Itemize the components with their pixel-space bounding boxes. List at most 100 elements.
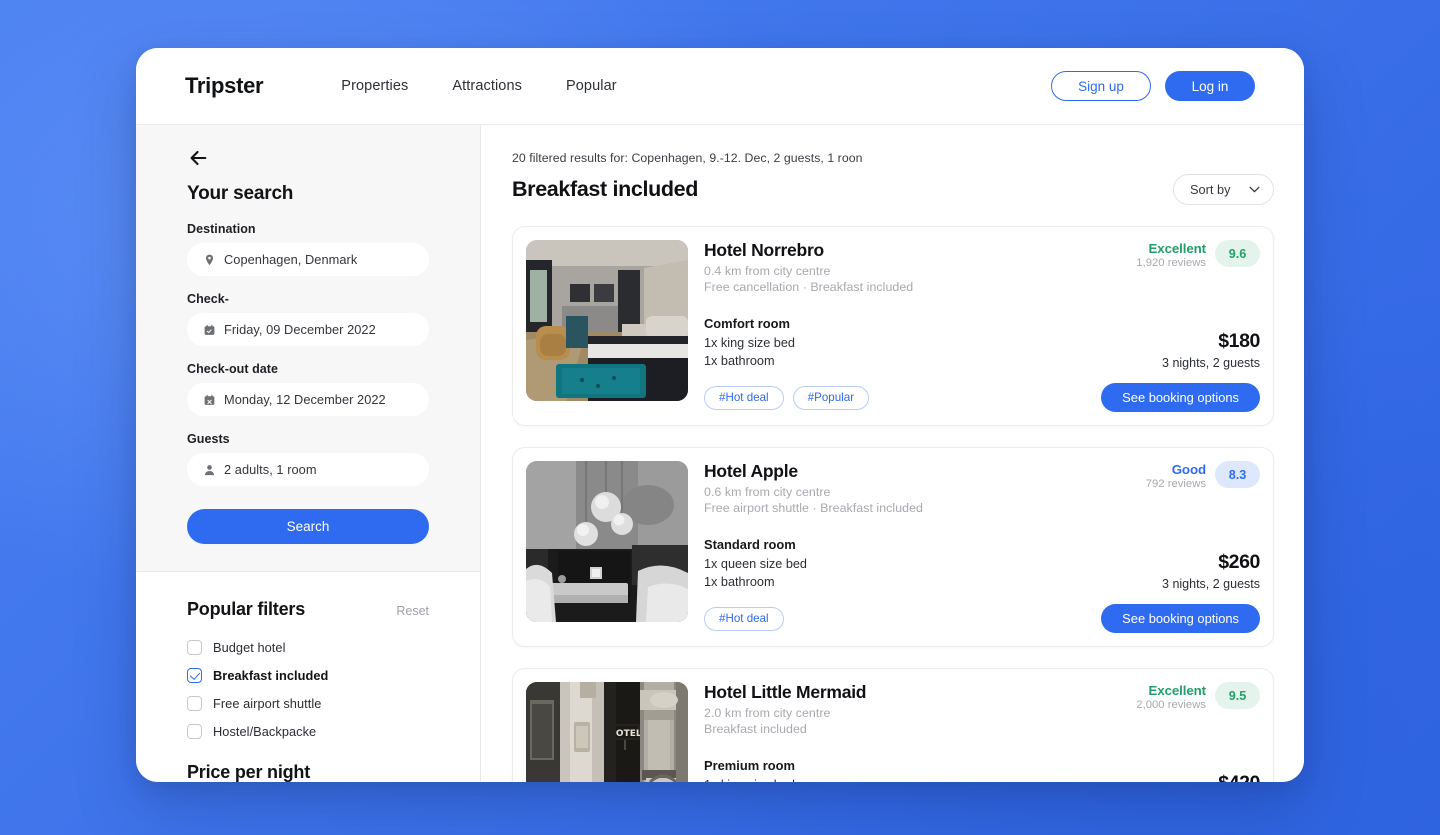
rating-text: Good 792 reviews [1146,461,1206,490]
hotel-rating: Excellent 2,000 reviews 9.5 [1136,682,1260,711]
hotel-thumbnail[interactable] [526,461,688,623]
destination-field[interactable]: Copenhagen, Denmark [187,243,429,276]
rating-text: Excellent 2,000 reviews [1136,682,1206,711]
checkin-label: Check- [187,292,229,306]
hotel-card-body: Hotel Apple 0.6 km from city centre Free… [704,461,1260,634]
room-type: Premium room [704,758,795,774]
rating-text: Excellent 1,920 reviews [1136,240,1206,269]
room-info: Standard room 1x queen size bed 1x bathr… [704,537,807,591]
results-summary: 20 filtered results for: Copenhagen, 9.-… [512,151,863,165]
hotel-distance: 0.6 km from city centre [704,485,831,500]
filter-breakfast-included[interactable]: Breakfast included [187,661,429,689]
hotel-price: $180 [1218,330,1260,353]
hotel-card-top: Hotel Norrebro 0.4 km from city centre F… [704,240,1260,294]
room-bathroom: 1x bathroom [704,354,775,369]
hotel-distance: 2.0 km from city centre [704,706,831,721]
room-bed: 1x king size bed [704,776,795,782]
hotel-identity: Hotel Norrebro 0.4 km from city centre F… [704,240,913,294]
hotel-card-list: Hotel Norrebro 0.4 km from city centre F… [512,226,1274,782]
checkbox-icon[interactable] [187,639,202,655]
see-booking-options-button[interactable]: See booking options [1101,604,1260,634]
hotel-tags: #Hot deal [704,606,784,631]
price-block: $260 3 nights, 2 guests [1162,551,1260,591]
filter-label: Free airport shuttle [213,695,322,711]
hotel-card[interactable]: HOTEL Hotel Little Mermaid 2.0 km from c… [512,668,1274,782]
checkbox-icon[interactable] [187,723,202,739]
guests-value: 2 adults, 1 room [224,462,317,477]
hotel-identity: Hotel Apple 0.6 km from city centre Free… [704,461,923,515]
brand-logo[interactable]: Tripster [185,73,264,99]
room-bed: 1x king size bed [704,336,795,350]
search-button[interactable]: Search [187,509,429,544]
rating-score-badge: 9.5 [1215,682,1260,710]
filters-title: Popular filters [187,599,306,619]
hotel-card-mid: Comfort room 1x king size bed 1x bathroo… [704,316,1260,370]
hotel-card-body: Hotel Little Mermaid 2.0 km from city ce… [704,682,1260,782]
page-title: Breakfast included [512,177,699,201]
nav-actions: Sign up Log in [1051,71,1255,101]
filters-header: Popular filters Reset [187,599,429,620]
hotel-thumbnail[interactable]: HOTEL [526,682,688,782]
hotel-rating: Excellent 1,920 reviews 9.6 [1136,240,1260,269]
guests-field[interactable]: 2 adults, 1 room [187,453,429,486]
see-booking-options-button[interactable]: See booking options [1101,383,1260,413]
checkin-date-field[interactable]: Friday, 09 December 2022 [187,313,429,346]
sort-by-dropdown[interactable]: Sort by [1173,174,1274,205]
hotel-card[interactable]: Hotel Norrebro 0.4 km from city centre F… [512,226,1274,427]
hotel-name: Hotel Norrebro [704,240,824,260]
nav-item-popular[interactable]: Popular [566,78,617,94]
hotel-tags: #Hot deal #Popular [704,385,870,410]
room-info: Premium room 1x king size bed 1x bathroo… [704,758,795,782]
hotel-card-bottom: #Hot deal #Popular See booking options [704,383,1260,413]
hotel-identity: Hotel Little Mermaid 2.0 km from city ce… [704,682,867,736]
search-panel: Your search Destination Copenhagen, Denm… [136,125,480,572]
price-per-night-title: Price per night [187,762,311,782]
log-in-button[interactable]: Log in [1165,71,1255,101]
hotel-card-bottom: #Hot deal See booking options [704,604,1260,634]
hotel-card[interactable]: Hotel Apple 0.6 km from city centre Free… [512,447,1274,648]
app-window: Tripster Properties Attractions Popular … [136,48,1304,782]
hotel-card-mid: Premium room 1x king size bed 1x bathroo… [704,758,1260,782]
filter-hostel-backpacker[interactable]: Hostel/Backpacke [187,717,429,745]
results-header: Breakfast included Sort by [512,174,1274,205]
room-bathroom: 1x bathroom [704,575,775,590]
nav-item-properties[interactable]: Properties [341,78,408,94]
hotel-card-top: Hotel Little Mermaid 2.0 km from city ce… [704,682,1260,736]
filter-label: Hostel/Backpacke [213,723,317,739]
hotel-room-pendant-lamps-image [526,461,688,623]
results-main: 20 filtered results for: Copenhagen, 9.-… [481,125,1304,782]
tag-popular[interactable]: #Popular [792,385,870,410]
hotel-facade-sign-image: HOTEL [526,682,688,782]
price-block: $180 3 nights, 2 guests [1162,330,1260,370]
sign-up-button[interactable]: Sign up [1051,71,1151,101]
filter-budget-hotel[interactable]: Budget hotel [187,633,429,661]
checkout-date-field[interactable]: Monday, 12 December 2022 [187,383,429,416]
back-arrow-icon[interactable] [187,147,209,169]
hotel-price: $420 [1162,772,1260,782]
top-navigation-bar: Tripster Properties Attractions Popular … [136,48,1304,124]
location-pin-icon [205,254,214,265]
destination-value: Copenhagen, Denmark [224,252,358,267]
sort-by-label: Sort by [1190,182,1231,197]
hotel-thumbnail[interactable] [526,240,688,401]
rating-word: Good [1171,462,1206,478]
filter-label: Budget hotel [213,639,286,655]
checkout-label: Check-out date [187,362,278,376]
hotel-perks: Free cancellation · Breakfast included [704,280,914,294]
checkbox-icon[interactable] [187,695,202,711]
filter-free-airport-shuttle[interactable]: Free airport shuttle [187,689,429,717]
nav-item-attractions[interactable]: Attractions [452,78,522,94]
hotel-room-teal-image [526,240,688,401]
tag-hot-deal[interactable]: #Hot deal [704,385,784,410]
filters-reset-button[interactable]: Reset [396,604,429,618]
tag-hot-deal[interactable]: #Hot deal [704,606,784,631]
room-bed: 1x queen size bed [704,557,807,572]
calendar-icon [204,394,215,405]
checkbox-checked-icon[interactable] [187,667,202,683]
chevron-down-icon [1249,186,1260,193]
destination-label: Destination [187,222,256,236]
hotel-name: Hotel Little Mermaid [704,682,867,703]
price-details: 3 nights, 2 guests [1162,577,1260,592]
checkout-date-value: Monday, 12 December 2022 [224,392,386,407]
rating-word: Excellent [1148,683,1207,699]
